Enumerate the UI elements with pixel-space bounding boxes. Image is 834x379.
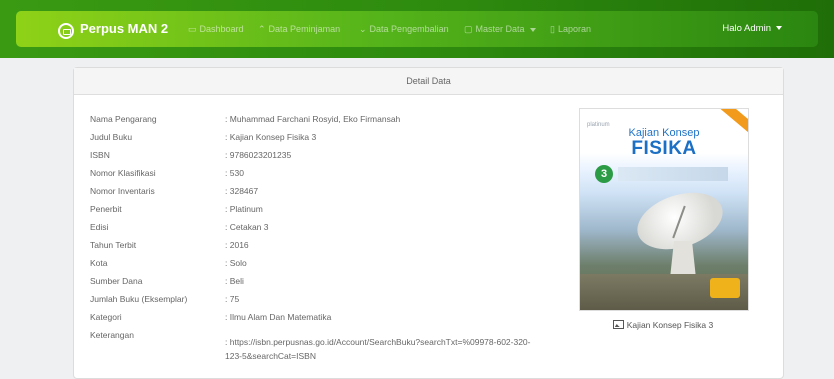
field-label: Jumlah Buku (Eksemplar)	[90, 294, 188, 304]
field-value: 328467	[225, 185, 525, 197]
field-value: 2016	[225, 239, 525, 251]
field-label: Tahun Terbit	[90, 240, 137, 250]
field-label: Sumber Dana	[90, 276, 143, 286]
field-value: 9786023201235	[225, 149, 525, 161]
field-value: Beli	[225, 275, 525, 287]
cover-subtitle-block	[618, 167, 728, 181]
monitor-icon: ▭	[188, 24, 197, 34]
field-label: Nomor Klasifikasi	[90, 168, 156, 178]
nav-master-data[interactable]: ▢ Master Data	[464, 11, 536, 47]
field-label: Edisi	[90, 222, 109, 232]
nav-data-pengembalian[interactable]: ⌄ Data Pengembalian	[359, 11, 449, 47]
field-value: Solo	[225, 257, 525, 269]
field-label: Penerbit	[90, 204, 122, 214]
cover-title-line2: FISIKA	[631, 138, 697, 159]
detail-card: Detail Data Nama Pengarang Muhammad Farc…	[73, 67, 784, 379]
chevron-down-icon	[776, 26, 782, 31]
field-value: Muhammad Farchani Rosyid, Eko Firmansah	[225, 113, 525, 125]
field-label: Kota	[90, 258, 108, 268]
field-value: 530	[225, 167, 525, 179]
field-label: Kategori	[90, 312, 122, 322]
field-label: ISBN	[90, 150, 110, 160]
chevron-down-icon	[529, 27, 536, 32]
admin-menu[interactable]: Halo Admin	[722, 11, 782, 47]
field-value: Ilmu Alam Dan Matematika	[225, 311, 525, 323]
field-label: Nama Pengarang	[90, 114, 157, 124]
cover-number: 3	[595, 165, 613, 183]
document-icon: ▯	[550, 24, 555, 34]
brand-link[interactable]: Perpus MAN 2	[80, 11, 168, 47]
book-logo-icon	[58, 23, 74, 39]
folder-icon: ▢	[464, 24, 473, 34]
field-value: Platinum	[225, 203, 525, 215]
field-value: 75	[225, 293, 525, 305]
nav-dashboard[interactable]: ▭ Dashboard	[188, 11, 244, 47]
card-header: Detail Data	[74, 68, 783, 95]
cover-badge	[710, 278, 740, 298]
cover-caption: Kajian Konsep Fisika 3	[579, 320, 747, 330]
field-label: Keterangan	[90, 330, 134, 340]
field-value-link[interactable]: https://isbn.perpusnas.go.id/Account/Sea…	[225, 335, 535, 363]
field-value: Kajian Konsep Fisika 3	[225, 131, 525, 143]
field-label: Judul Buku	[90, 132, 133, 142]
caption-text: Kajian Konsep Fisika 3	[626, 320, 714, 330]
nav-data-peminjaman[interactable]: ⌃ Data Peminjaman	[258, 11, 340, 47]
admin-label: Halo Admin	[722, 23, 771, 34]
field-label: Nomor Inventaris	[90, 186, 155, 196]
image-icon	[612, 320, 624, 329]
book-cover-image: platinum Kajian Konsep FISIKA 3	[579, 108, 749, 311]
chevron-down-icon: ⌄	[359, 24, 367, 34]
chevron-up-icon: ⌃	[258, 24, 266, 34]
field-value: Cetakan 3	[225, 221, 525, 233]
nav-laporan[interactable]: ▯ Laporan	[550, 11, 591, 47]
